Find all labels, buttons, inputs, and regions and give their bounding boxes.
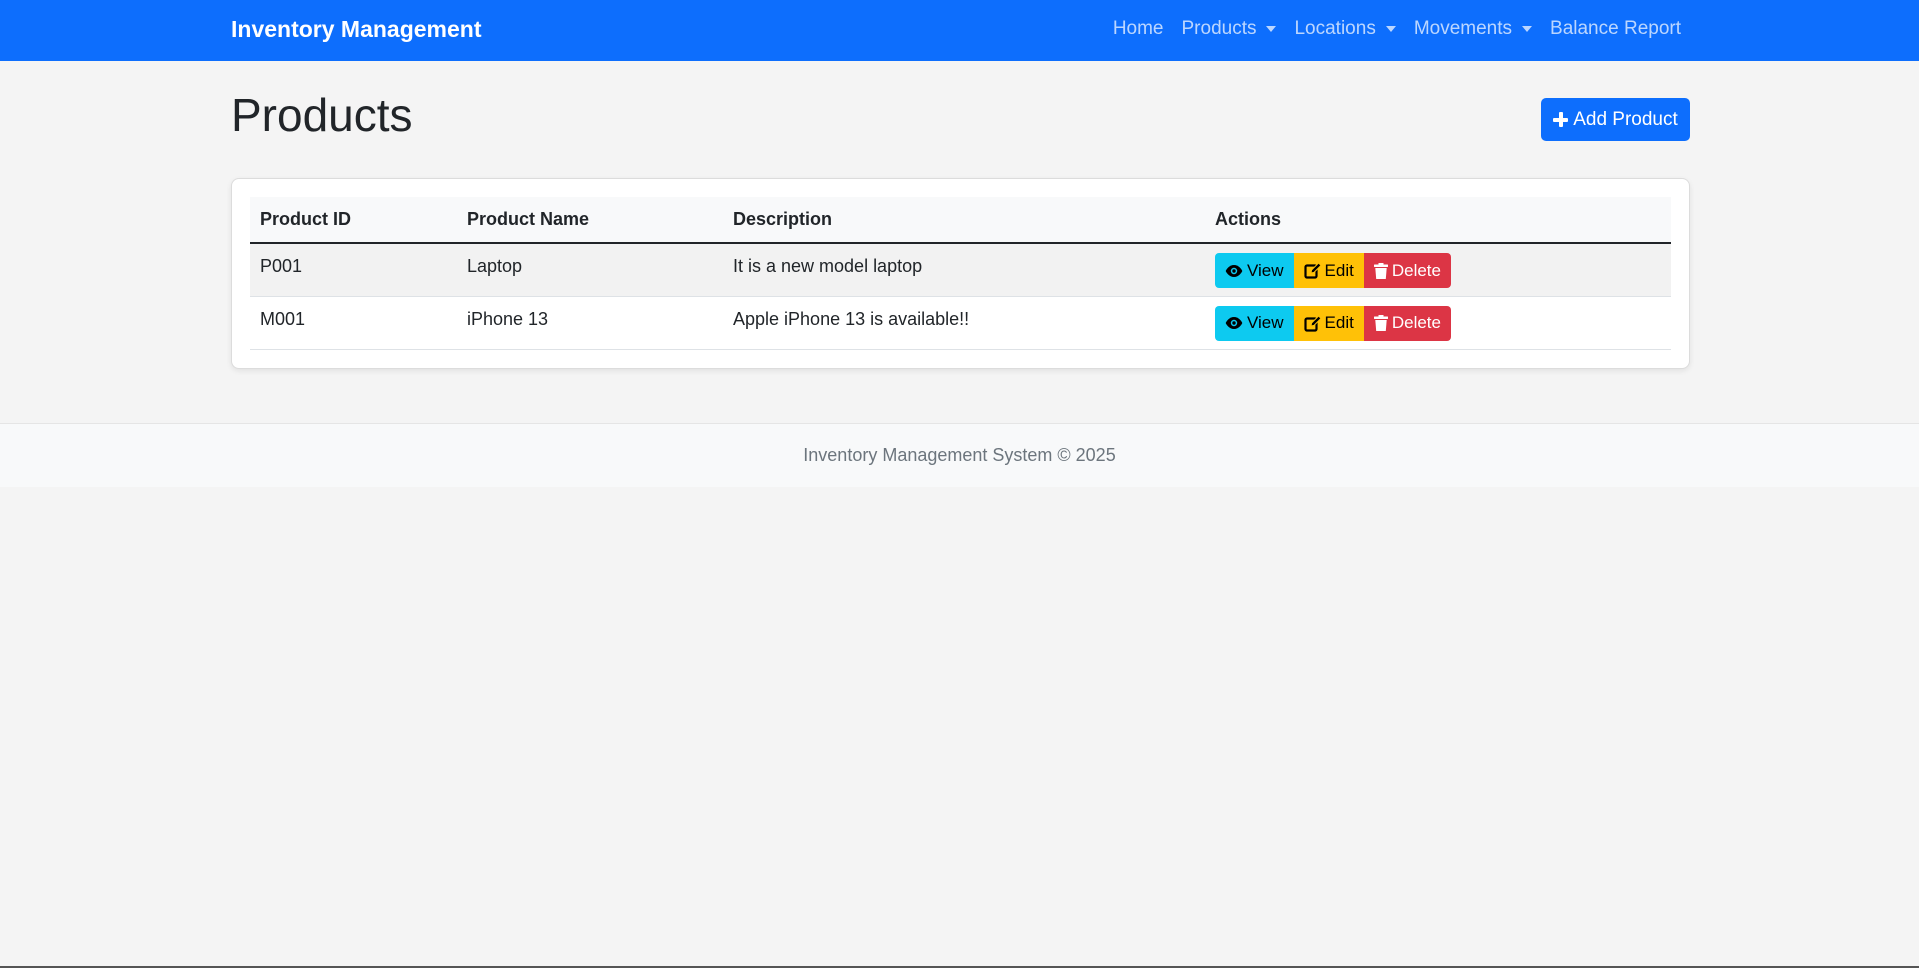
action-button-group: View Edit Delete: [1215, 253, 1671, 288]
cell-product-id: M001: [260, 308, 306, 329]
nav-item-products[interactable]: Products: [1182, 18, 1277, 40]
delete-button[interactable]: Delete: [1363, 305, 1451, 341]
edit-button[interactable]: Edit: [1293, 253, 1364, 288]
edit-icon: [1303, 262, 1321, 279]
nav-item-label: Home: [1112, 18, 1164, 39]
edit-button[interactable]: Edit: [1293, 305, 1364, 341]
cell-product-name: iPhone 13: [467, 308, 549, 329]
column-header-actions: Actions: [1215, 209, 1282, 229]
edit-icon: [1303, 314, 1321, 332]
delete-label: Delete: [1391, 313, 1441, 332]
column-header-description: Description: [733, 209, 833, 229]
nav-item-label: Locations: [1294, 18, 1376, 39]
page-title: Products: [231, 89, 413, 141]
view-button[interactable]: View: [1215, 305, 1294, 341]
caret-down-icon: [1385, 26, 1396, 32]
column-header-product-id: Product ID: [260, 209, 352, 229]
edit-label: Edit: [1324, 260, 1354, 280]
cell-product-id: P001: [260, 256, 303, 276]
footer-text: Inventory Management System © 2025: [803, 445, 1116, 465]
eye-icon: [1225, 317, 1243, 329]
caret-down-icon: [1266, 26, 1277, 32]
cell-description: Apple iPhone 13 is available!!: [733, 308, 970, 329]
nav-item-balance-report[interactable]: Balance Report: [1550, 18, 1681, 40]
trash-icon: [1373, 262, 1388, 279]
delete-label: Delete: [1391, 260, 1441, 280]
brand-link[interactable]: Inventory Management: [231, 16, 482, 43]
trash-icon: [1373, 315, 1388, 331]
action-button-group: View Edit Delete: [1215, 305, 1671, 341]
view-label: View: [1247, 313, 1284, 332]
nav-menu: Home Products Locations Movements Balanc…: [1095, 18, 1681, 40]
plus-icon: [1553, 112, 1569, 127]
column-header-product-name: Product Name: [467, 209, 590, 229]
nav-item-home[interactable]: Home: [1113, 18, 1164, 40]
products-table: Product ID Product Name Description Acti…: [250, 197, 1671, 350]
eye-icon: [1225, 264, 1243, 277]
add-product-label: Add Product: [1573, 108, 1678, 130]
cell-actions: View Edit Delete: [1205, 296, 1671, 349]
nav-item-label: Balance Report: [1550, 18, 1681, 39]
add-product-button[interactable]: Add Product: [1541, 98, 1690, 141]
nav-item-movements[interactable]: Movements: [1413, 18, 1533, 40]
navbar: Inventory Management Home Products Locat…: [0, 0, 1919, 61]
cell-description: It is a new model laptop: [733, 256, 923, 276]
cell-product-name: Laptop: [467, 256, 523, 276]
nav-item-locations[interactable]: Locations: [1294, 18, 1396, 40]
edit-label: Edit: [1324, 313, 1354, 332]
nav-item-label: Movements: [1413, 18, 1513, 39]
table-row: M001 iPhone 13 Apple iPhone 13 is availa…: [250, 296, 1671, 349]
view-label: View: [1247, 260, 1284, 280]
caret-down-icon: [1522, 26, 1533, 32]
footer: Inventory Management System © 2025: [0, 423, 1919, 487]
table-header-row: Product ID Product Name Description Acti…: [250, 197, 1671, 243]
products-card: Product ID Product Name Description Acti…: [231, 178, 1690, 369]
view-button[interactable]: View: [1215, 253, 1294, 288]
nav-item-label: Products: [1181, 18, 1257, 39]
cell-actions: View Edit Delete: [1205, 243, 1671, 296]
table-row: P001 Laptop It is a new model laptop Vie…: [250, 243, 1671, 296]
delete-button[interactable]: Delete: [1363, 253, 1451, 288]
